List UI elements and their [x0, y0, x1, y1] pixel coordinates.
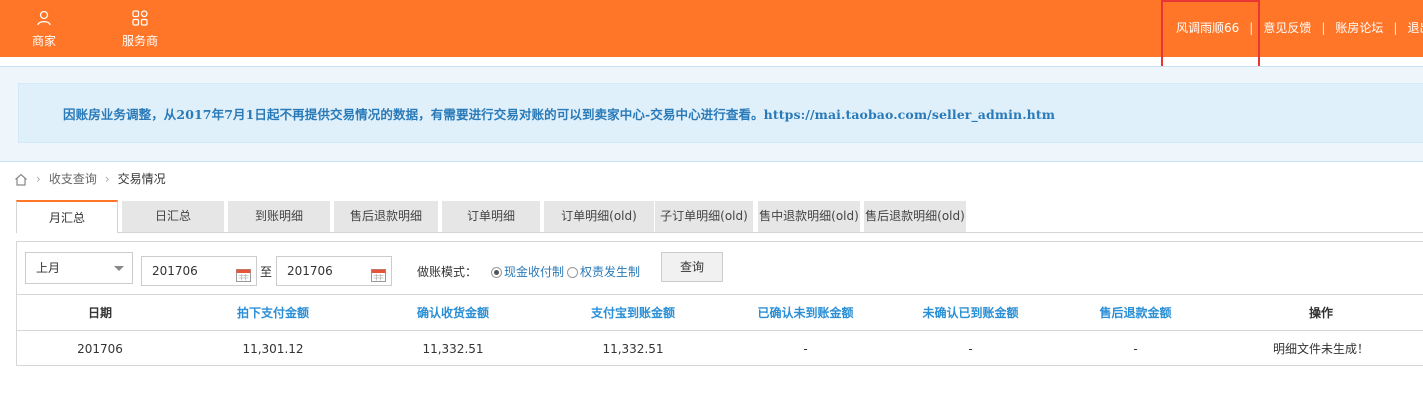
date-to-input[interactable]: 201706	[276, 256, 392, 286]
notice-box: 因账房业务调整，从2017年7月1日起不再提供交易情况的数据，有需要进行交易对账…	[18, 83, 1423, 143]
feedback-link[interactable]: 意见反馈	[1263, 21, 1311, 35]
home-icon[interactable]	[14, 173, 28, 189]
period-select-value: 上月	[36, 261, 61, 275]
tab-suborder-details-old[interactable]: 子订单明细(old)	[655, 201, 753, 232]
chevron-down-icon	[114, 266, 124, 271]
col-alipay-received[interactable]: 支付宝到账金额	[543, 294, 723, 331]
breadcrumb: › 收支查询 › 交易情况	[14, 170, 166, 188]
query-button[interactable]: 查询	[661, 252, 723, 282]
col-date: 日期	[17, 294, 183, 331]
calendar-icon[interactable]	[371, 264, 386, 282]
summary-table: 日期 拍下支付金额 确认收货金额 支付宝到账金额 已确认未到账金额 未确认已到账…	[17, 294, 1423, 367]
username-link[interactable]: 风调雨顺66	[1176, 21, 1239, 35]
date-to-value: 201706	[287, 264, 333, 278]
cell-date: 201706	[17, 330, 183, 367]
cell-confirmed-amount: 11,332.51	[363, 330, 543, 367]
nav-merchant[interactable]: 商家	[24, 10, 64, 49]
tab-aftersale-refund-details-old[interactable]: 售后退款明细(old)	[864, 201, 966, 232]
radio-cash-basis-label: 现金收付制	[504, 265, 565, 279]
cell-paid-amount: 11,301.12	[183, 330, 363, 367]
period-select[interactable]: 上月	[25, 252, 133, 284]
top-links: 风调雨顺66 | 意见反馈 | 账房论坛 | 退出	[1176, 19, 1423, 37]
notice-text: 因账房业务调整，从2017年7月1日起不再提供交易情况的数据，有需要进行交易对账…	[63, 107, 1056, 122]
date-from-value: 201706	[152, 264, 198, 278]
cell-alipay-received: 11,332.51	[543, 330, 723, 367]
radio-dot-unchecked	[567, 267, 578, 278]
content-panel: 上月 201706 至 201706 做账模式： 现金收付制 权责发生制 查询 …	[16, 241, 1423, 367]
tab-daily-summary[interactable]: 日汇总	[122, 201, 224, 232]
breadcrumb-current: 交易情况	[117, 172, 166, 186]
accounting-mode-label: 做账模式：	[417, 265, 478, 279]
cell-aftersale-refund: -	[1053, 330, 1218, 367]
date-from-input[interactable]: 201706	[141, 256, 257, 286]
tabs-divider	[16, 232, 1423, 233]
tab-insale-refund-details-old[interactable]: 售中退款明细(old)	[758, 201, 860, 232]
col-actions: 操作	[1218, 294, 1423, 331]
nav-service-provider-label: 服务商	[121, 34, 158, 48]
col-aftersale-refund[interactable]: 售后退款金额	[1053, 294, 1218, 331]
col-confirmed-not-received[interactable]: 已确认未到账金额	[723, 294, 888, 331]
calendar-icon[interactable]	[236, 264, 251, 282]
table-header-row: 日期 拍下支付金额 确认收货金额 支付宝到账金额 已确认未到账金额 未确认已到账…	[17, 294, 1423, 331]
date-range-to-label: 至	[260, 265, 273, 279]
table-row: 201706 11,301.12 11,332.51 11,332.51 - -…	[17, 330, 1423, 367]
col-paid-amount[interactable]: 拍下支付金额	[183, 294, 363, 331]
cell-actions: 明细文件未生成！	[1218, 330, 1423, 367]
radio-dot-checked	[491, 267, 502, 278]
cell-confirmed-not-received: -	[723, 330, 888, 367]
tab-monthly-summary[interactable]: 月汇总	[16, 200, 118, 233]
chevron-right-icon: ›	[104, 172, 110, 186]
radio-accrual-basis-label: 权责发生制	[580, 265, 641, 279]
notice-banner: 因账房业务调整，从2017年7月1日起不再提供交易情况的数据，有需要进行交易对账…	[0, 66, 1423, 162]
grid-icon	[114, 10, 166, 28]
tab-aftersale-refund-details[interactable]: 售后退款明细	[334, 201, 438, 232]
radio-accrual-basis[interactable]: 权责发生制	[567, 263, 640, 280]
chevron-right-icon: ›	[36, 172, 41, 186]
tab-order-details-old[interactable]: 订单明细(old)	[544, 201, 654, 232]
filter-row: 上月 201706 至 201706 做账模式： 现金收付制 权责发生制 查询	[17, 242, 1423, 294]
forum-link[interactable]: 账房论坛	[1335, 21, 1383, 35]
user-icon	[24, 10, 64, 28]
logout-link[interactable]: 退出	[1407, 21, 1423, 35]
separator: |	[1321, 21, 1326, 35]
col-unconfirmed-received[interactable]: 未确认已到账金额	[888, 294, 1053, 331]
breadcrumb-parent[interactable]: 收支查询	[49, 172, 97, 186]
col-confirmed-amount[interactable]: 确认收货金额	[363, 294, 543, 331]
nav-service-provider[interactable]: 服务商	[114, 10, 166, 49]
tab-order-details[interactable]: 订单明细	[442, 201, 540, 232]
tab-received-details[interactable]: 到账明细	[228, 201, 330, 232]
radio-cash-basis[interactable]: 现金收付制	[491, 263, 564, 280]
separator: |	[1393, 21, 1398, 35]
cell-unconfirmed-received: -	[888, 330, 1053, 367]
nav-merchant-label: 商家	[31, 34, 56, 48]
separator: |	[1249, 21, 1254, 35]
top-bar: 商家 服务商 风调雨顺66 | 意见反馈 | 账房论坛 | 退出	[0, 0, 1423, 57]
